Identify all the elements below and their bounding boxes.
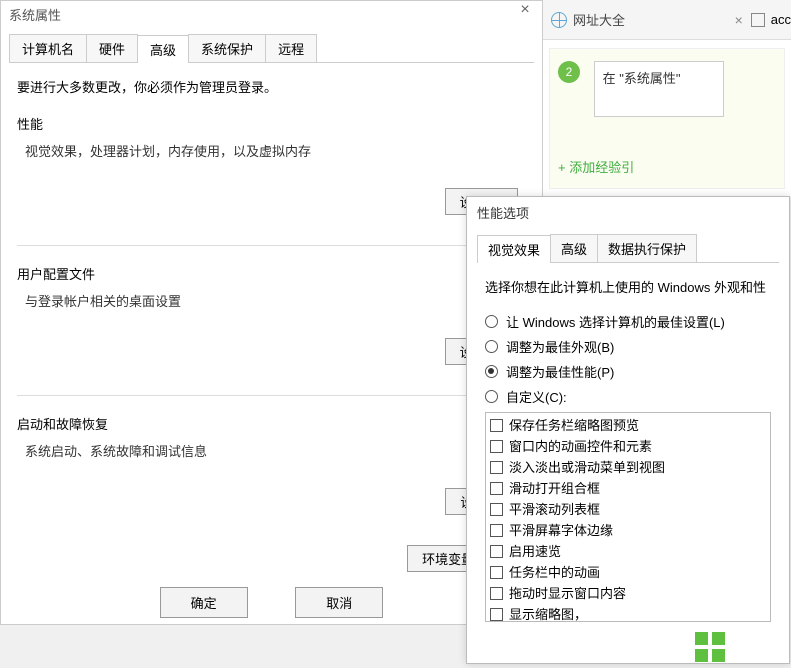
tab-computer-name[interactable]: 计算机名 bbox=[9, 34, 87, 62]
tab-advanced-perf[interactable]: 高级 bbox=[550, 234, 598, 262]
check-label: 滑动打开组合框 bbox=[509, 478, 600, 499]
performance-options-dialog: 性能选项 视觉效果 高级 数据执行保护 选择你想在此计算机上使用的 Window… bbox=[466, 196, 790, 664]
windows-logo-icon bbox=[695, 632, 725, 662]
close-icon[interactable]: × bbox=[514, 1, 536, 21]
checkbox-icon bbox=[490, 440, 503, 453]
check-label: 平滑滚动列表框 bbox=[509, 499, 600, 520]
tab-remote[interactable]: 远程 bbox=[265, 34, 317, 62]
performance-options-tabs: 视觉效果 高级 数据执行保护 bbox=[477, 234, 779, 263]
tab-system-protection[interactable]: 系统保护 bbox=[188, 34, 266, 62]
startup-desc: 系统启动、系统故障和调试信息 bbox=[25, 441, 526, 460]
second-tab-label[interactable]: acc bbox=[771, 12, 791, 27]
check-label: 淡入淡出或滑动菜单到视图 bbox=[509, 457, 665, 478]
check-label: 保存任务栏缩略图预览 bbox=[509, 415, 639, 436]
tab-hardware[interactable]: 硬件 bbox=[86, 34, 138, 62]
performance-desc: 视觉效果，处理器计划，内存使用，以及虚拟内存 bbox=[25, 141, 526, 160]
check-item[interactable]: 任务栏中的动画 bbox=[490, 562, 766, 583]
checkbox-icon bbox=[490, 608, 503, 621]
system-properties-dialog: 系统属性 × 计算机名 硬件 高级 系统保护 远程 要进行大多数更改，你必须作为… bbox=[0, 0, 543, 625]
browser-tab-strip: 网址大全 × acc bbox=[543, 0, 791, 40]
checkbox-icon bbox=[490, 461, 503, 474]
check-label: 平滑屏幕字体边缘 bbox=[509, 520, 613, 541]
browser-tab-label[interactable]: 网址大全 bbox=[573, 10, 735, 29]
radio-label: 让 Windows 选择计算机的最佳设置(L) bbox=[506, 312, 725, 331]
check-item[interactable]: 保存任务栏缩略图预览 bbox=[490, 415, 766, 436]
new-tab-icon[interactable] bbox=[751, 13, 765, 27]
check-label: 显示缩略图， bbox=[509, 604, 587, 622]
advanced-tab-content: 要进行大多数更改，你必须作为管理员登录。 性能 视觉效果，处理器计划，内存使用，… bbox=[1, 57, 542, 572]
add-experience-link[interactable]: + 添加经验引 bbox=[558, 157, 634, 176]
dialog-footer: 确定 取消 bbox=[1, 587, 542, 618]
radio-icon bbox=[485, 315, 498, 328]
visual-effects-checklist: 保存任务栏缩略图预览 窗口内的动画控件和元素 淡入淡出或滑动菜单到视图 滑动打开… bbox=[485, 412, 771, 622]
checkbox-icon bbox=[490, 482, 503, 495]
check-item[interactable]: 淡入淡出或滑动菜单到视图 bbox=[490, 457, 766, 478]
user-profile-title: 用户配置文件 bbox=[17, 264, 526, 283]
browser-content: 2 在 "系统属性" + 添加经验引 bbox=[543, 40, 791, 197]
divider bbox=[17, 395, 526, 396]
checkbox-icon bbox=[490, 419, 503, 432]
check-label: 窗口内的动画控件和元素 bbox=[509, 436, 652, 457]
radio-icon bbox=[485, 340, 498, 353]
step-text: 在 "系统属性" bbox=[594, 61, 724, 117]
check-label: 拖动时显示窗口内容 bbox=[509, 583, 626, 604]
radio-best-performance[interactable]: 调整为最佳性能(P) bbox=[485, 362, 771, 381]
radio-label: 调整为最佳外观(B) bbox=[506, 337, 614, 356]
performance-title: 性能 bbox=[17, 114, 526, 133]
divider bbox=[17, 245, 526, 246]
user-profile-desc: 与登录帐户相关的桌面设置 bbox=[25, 291, 526, 310]
admin-note: 要进行大多数更改，你必须作为管理员登录。 bbox=[17, 77, 526, 96]
radio-label: 自定义(C): bbox=[506, 387, 567, 406]
cancel-button[interactable]: 取消 bbox=[295, 587, 383, 618]
user-profile-group: 用户配置文件 与登录帐户相关的桌面设置 设置(E) bbox=[17, 264, 526, 365]
radio-icon bbox=[485, 390, 498, 403]
check-item[interactable]: 显示缩略图， bbox=[490, 604, 766, 622]
radio-custom[interactable]: 自定义(C): bbox=[485, 387, 771, 406]
globe-icon bbox=[551, 12, 567, 28]
watermark: Win10 系统之家 bbox=[695, 632, 783, 662]
step-number-badge: 2 bbox=[558, 61, 580, 83]
check-item[interactable]: 平滑滚动列表框 bbox=[490, 499, 766, 520]
system-properties-tabs: 计算机名 硬件 高级 系统保护 远程 bbox=[9, 34, 534, 63]
radio-best-appearance[interactable]: 调整为最佳外观(B) bbox=[485, 337, 771, 356]
tab-advanced[interactable]: 高级 bbox=[137, 35, 189, 63]
check-item[interactable]: 启用速览 bbox=[490, 541, 766, 562]
visual-effects-instruction: 选择你想在此计算机上使用的 Windows 外观和性 bbox=[485, 277, 771, 296]
check-item[interactable]: 窗口内的动画控件和元素 bbox=[490, 436, 766, 457]
watermark-text: Win10 系统之家 bbox=[731, 633, 783, 662]
tab-close-icon[interactable]: × bbox=[735, 12, 743, 28]
ok-button[interactable]: 确定 bbox=[160, 587, 248, 618]
checkbox-icon bbox=[490, 566, 503, 579]
check-item[interactable]: 平滑屏幕字体边缘 bbox=[490, 520, 766, 541]
checkbox-icon bbox=[490, 524, 503, 537]
visual-effects-content: 选择你想在此计算机上使用的 Windows 外观和性 让 Windows 选择计… bbox=[467, 263, 789, 622]
step-box: 2 在 "系统属性" + 添加经验引 bbox=[549, 48, 785, 189]
checkbox-icon bbox=[490, 545, 503, 558]
tab-dep[interactable]: 数据执行保护 bbox=[597, 234, 697, 262]
startup-title: 启动和故障恢复 bbox=[17, 414, 526, 433]
check-item[interactable]: 滑动打开组合框 bbox=[490, 478, 766, 499]
window-title: 系统属性 bbox=[1, 1, 542, 28]
checkbox-icon bbox=[490, 587, 503, 600]
radio-let-windows-choose[interactable]: 让 Windows 选择计算机的最佳设置(L) bbox=[485, 312, 771, 331]
check-label: 启用速览 bbox=[509, 541, 561, 562]
tab-visual-effects[interactable]: 视觉效果 bbox=[477, 235, 551, 263]
check-label: 任务栏中的动画 bbox=[509, 562, 600, 583]
check-item[interactable]: 拖动时显示窗口内容 bbox=[490, 583, 766, 604]
performance-options-title: 性能选项 bbox=[467, 197, 789, 228]
radio-label: 调整为最佳性能(P) bbox=[506, 362, 614, 381]
startup-group: 启动和故障恢复 系统启动、系统故障和调试信息 设置(T) bbox=[17, 414, 526, 515]
radio-icon bbox=[485, 365, 498, 378]
performance-group: 性能 视觉效果，处理器计划，内存使用，以及虚拟内存 设置(S) bbox=[17, 114, 526, 215]
checkbox-icon bbox=[490, 503, 503, 516]
